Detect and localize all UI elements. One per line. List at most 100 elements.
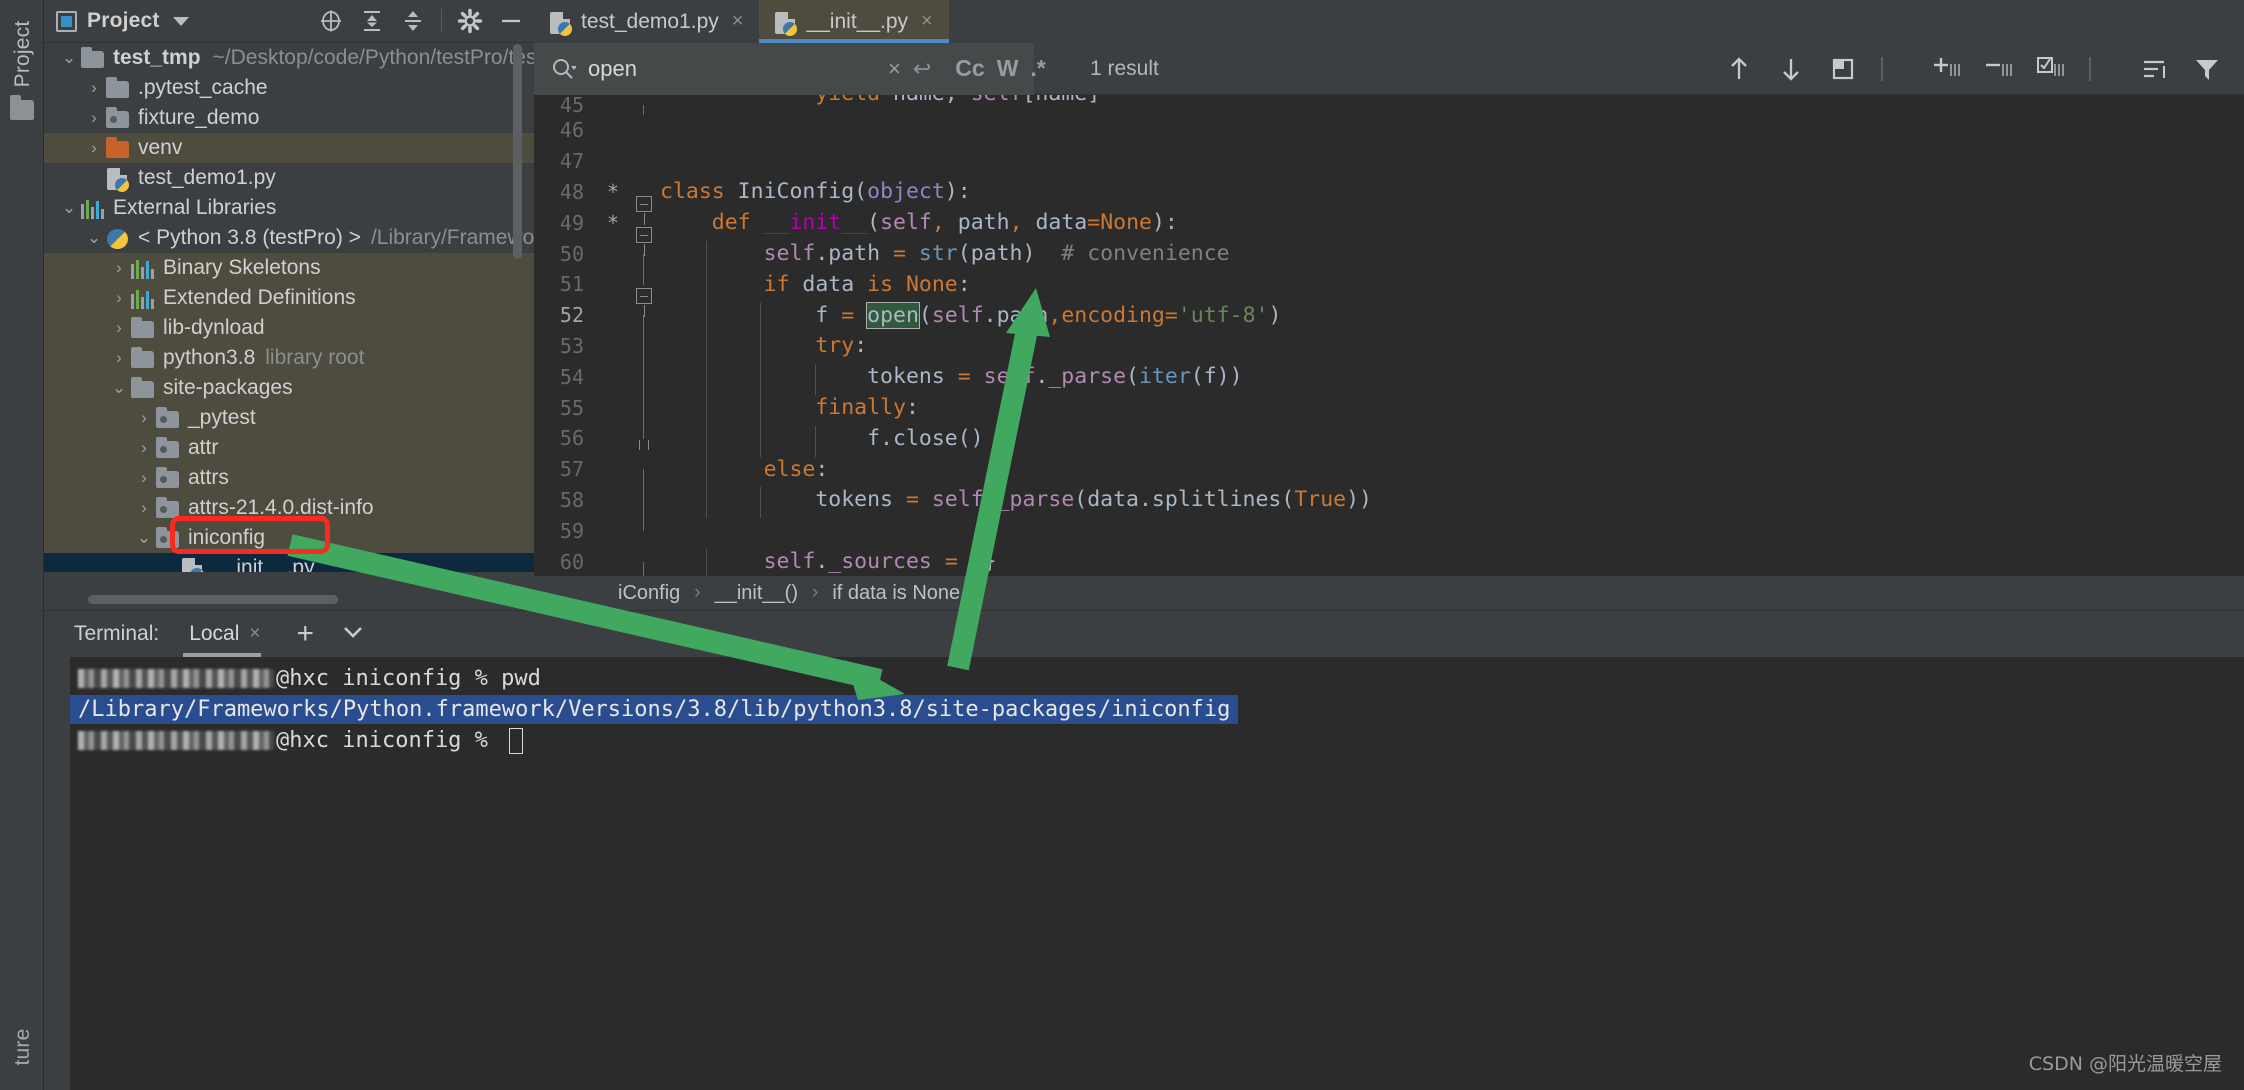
search-history-icon[interactable]: ↩ [913,56,931,82]
filter-icon[interactable] [2192,54,2222,84]
code-line[interactable]: 55 finally: [534,392,2244,439]
tree-expand-arrow[interactable]: › [108,283,130,313]
code-line[interactable]: 58 tokens = self._parse(data.splitlines(… [534,485,2244,531]
tree-item-test-tmp[interactable]: ⌄ test_tmp ~/Desktop/code/Python/testPro/t… [44,43,534,73]
tree-item-label: _pytest [188,406,256,429]
tree-vertical-scrollbar[interactable] [513,44,522,259]
arrow-up-icon[interactable] [1724,54,1754,84]
tree-expand-arrow[interactable]: › [83,73,105,103]
tree-item-venv[interactable]: › venv [44,133,534,163]
tree-item-attr[interactable]: › attr [44,433,534,463]
tool-strip-project-label[interactable]: Project [11,9,35,99]
breadcrumb-item[interactable]: iConfig [618,582,680,605]
tree-item-attrs-21-4-0-dist-info[interactable]: › attrs-21.4.0.dist-info [44,493,534,523]
terminal-output[interactable]: @hxc iniconfig % pwd/Library/Frameworks/… [70,657,2244,1090]
tree-expand-arrow[interactable]: › [108,253,130,283]
tree-expand-arrow[interactable]: › [133,493,155,523]
tree-item-test-demo1-py[interactable]: test_demo1.py [44,163,534,193]
tree-item-fixture-demo[interactable]: › fixture_demo [44,103,534,133]
open-in-new-window-icon[interactable] [1828,54,1858,84]
tree-item-attrs[interactable]: › attrs [44,463,534,493]
gear-icon[interactable] [457,8,483,34]
search-icon[interactable] [550,56,577,82]
tree-expand-arrow[interactable]: › [83,103,105,133]
filter-lines-icon[interactable] [2140,54,2170,84]
tree-item-extended-definitions[interactable]: › Extended Definitions [44,283,534,313]
add-selection-icon[interactable] [1932,54,1962,84]
tree-item-site-packages[interactable]: ⌄ site-packages [44,373,534,403]
tree-expand-arrow[interactable]: › [83,133,105,163]
close-icon[interactable]: × [732,10,744,33]
tree-item-iniconfig[interactable]: ⌄ iniconfig [44,523,534,553]
code-view[interactable]: 45 yield name, self[name] 46 47 48 * class In… [534,95,2244,624]
code-line[interactable]: 47 [534,146,2244,177]
close-icon[interactable]: × [921,10,933,33]
tree-expand-arrow[interactable]: › [133,433,155,463]
tree-item-pytest[interactable]: › _pytest [44,403,534,433]
match-case-toggle[interactable]: Cc [955,55,984,82]
tool-strip-structure-label[interactable]: ture [11,1002,35,1090]
close-icon[interactable]: × [249,623,260,645]
terminal-line[interactable]: @hxc iniconfig % pwd [70,663,2244,694]
code-line[interactable]: 57 else: [534,454,2244,501]
breadcrumb-item[interactable]: __init__() [715,582,798,605]
clear-search-icon[interactable]: × [888,56,901,82]
code-line[interactable]: 46 [534,115,2244,146]
code-line[interactable]: 49 * def __init__(self, path, data=None): [534,207,2244,256]
code-line[interactable]: 54 tokens = self._parse(iter(f)) [534,361,2244,408]
tree-expand-arrow[interactable]: › [133,463,155,493]
expand-all-icon[interactable] [359,8,385,34]
chevron-down-icon[interactable] [340,620,366,648]
line-number: 51 [559,272,584,297]
editor-tab-test-demo1-py[interactable]: test_demo1.py × [534,0,759,43]
code-line[interactable]: 45 yield name, self[name] [534,95,2244,115]
code-line[interactable]: 56 f.close() [534,423,2244,457]
code-line[interactable]: 53 try: [534,331,2244,377]
search-input[interactable] [588,55,876,82]
locate-icon[interactable] [318,8,344,34]
tree-expand-arrow[interactable]: › [108,343,130,373]
tree-expand-arrow[interactable]: ⌄ [108,373,130,403]
line-number: 45 [559,95,584,115]
tree-item-python3-8[interactable]: › python3.8 library root [44,343,534,373]
tree-item-external-libraries[interactable]: ⌄ External Libraries [44,193,534,223]
terminal-line[interactable]: /Library/Frameworks/Python.framework/Ver… [70,694,2244,725]
tree-expand-arrow[interactable]: ⌄ [83,223,105,253]
tree-expand-arrow[interactable]: ⌄ [58,193,80,223]
words-toggle[interactable]: W [997,55,1019,82]
tree-item-lib-dynload[interactable]: › lib-dynload [44,313,534,343]
regex-toggle[interactable]: .* [1030,55,1045,82]
arrow-down-icon[interactable] [1776,54,1806,84]
tree-item-binary-skeletons[interactable]: › Binary Skeletons [44,253,534,283]
folder-icon [105,76,130,100]
tree-item-pytest-cache[interactable]: › .pytest_cache [44,73,534,103]
chevron-down-icon[interactable] [172,16,189,26]
hide-panel-icon[interactable] [498,8,524,34]
tree-item-init-py[interactable]: __init__.py [44,553,534,572]
breadcrumb[interactable]: iConfig › __init__() › if data is None [534,576,2244,610]
line-number: 59 [559,518,584,543]
breadcrumb-item[interactable]: if data is None [832,582,960,605]
code-line[interactable]: 51 if data is None: [534,269,2244,318]
editor-tab-init-py[interactable]: __init__.py × [759,0,949,43]
terminal-line[interactable]: @hxc iniconfig % [70,725,2244,756]
project-file-tree[interactable]: ⌄ test_tmp ~/Desktop/code/Python/testPro/t… [44,43,534,572]
add-terminal-icon[interactable]: + [297,619,315,649]
remove-selection-icon[interactable] [1984,54,2014,84]
code-line[interactable]: 50 self.path = str(path) # convenience [534,238,2244,285]
select-all-occurrences-icon[interactable] [2036,54,2066,84]
code-line[interactable]: 59 [534,515,2244,546]
tree-expand-arrow[interactable]: › [133,403,155,433]
code-line[interactable]: 60 self._sources = {} [534,546,2244,593]
code-line[interactable]: 48 * class IniConfig(object): [534,177,2244,225]
tree-item-python-3-8-testpro[interactable]: ⌄ < Python 3.8 (testPro) > /Library/Framew… [44,223,534,253]
tree-expand-arrow[interactable]: ⌄ [133,523,155,553]
collapse-all-icon[interactable] [400,8,426,34]
tree-expand-arrow[interactable]: ⌄ [58,43,80,73]
tree-expand-arrow[interactable]: › [108,313,130,343]
terminal-tab-local[interactable]: Local × [183,622,266,657]
search-field-wrapper[interactable]: × ↩ Cc W .* [534,42,1046,95]
tree-horizontal-scrollbar[interactable] [44,590,534,610]
code-line[interactable]: 52 f = open(self.path,encoding='utf-8') [534,300,2244,347]
code-text: yield name, self[name] [660,95,2244,106]
